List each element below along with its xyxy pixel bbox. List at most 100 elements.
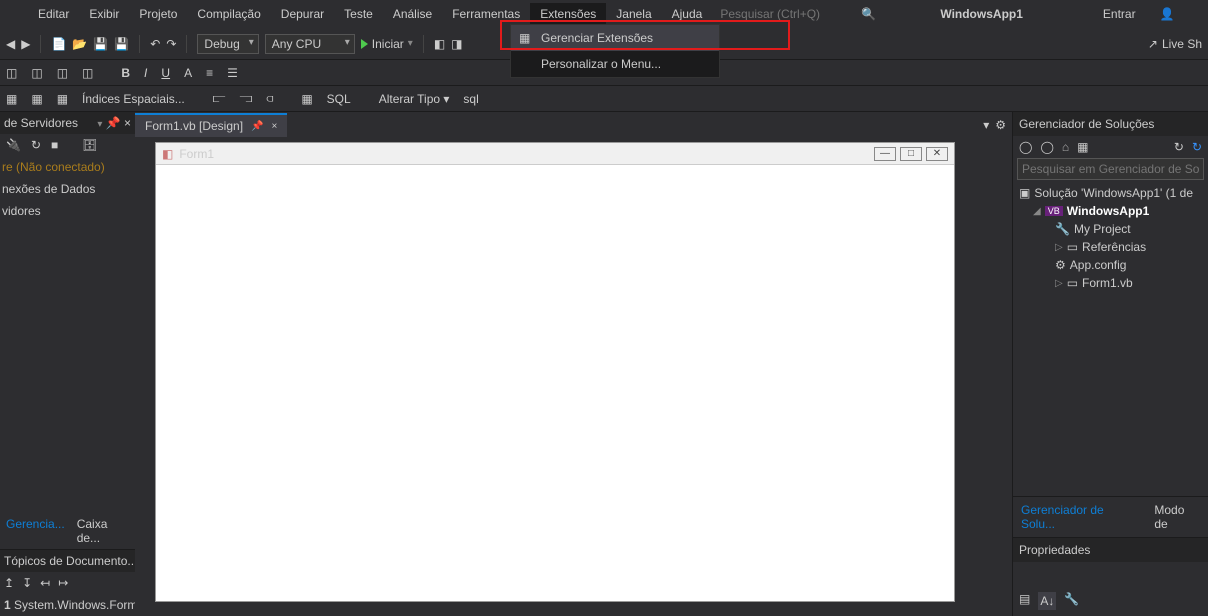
undo-icon[interactable]: ↶ — [150, 37, 160, 51]
form1-node[interactable]: ▷▭Form1.vb — [1015, 274, 1206, 292]
outline-down-icon[interactable]: ↧ — [22, 576, 32, 590]
sol-back-icon[interactable]: ◯ — [1019, 140, 1032, 154]
liveshare-button[interactable]: ↗Live Sh — [1148, 37, 1202, 51]
pin-icon[interactable]: 📌 — [106, 116, 121, 130]
toolbar-icon-b[interactable]: ◨ — [451, 37, 462, 51]
azure-node[interactable]: re (Não conectado) — [0, 156, 135, 178]
underline-icon[interactable]: U — [161, 66, 170, 80]
sol-showall-icon[interactable]: ▦ — [1077, 140, 1088, 154]
menu-edit[interactable]: Editar — [28, 3, 79, 25]
tab-mode[interactable]: Modo de — [1146, 497, 1208, 537]
table-icon-2[interactable]: ▦ — [31, 92, 42, 106]
sol-refresh-icon[interactable]: ↻ — [1192, 140, 1202, 154]
project-node[interactable]: ◢VBWindowsApp1 — [1015, 202, 1206, 220]
signin-link[interactable]: Entrar 👤 — [1083, 0, 1195, 29]
references-icon: ▭ — [1067, 240, 1078, 254]
menu-view[interactable]: Exibir — [79, 3, 129, 25]
menu-debug[interactable]: Depurar — [271, 3, 334, 25]
italic-icon[interactable]: I — [144, 66, 147, 80]
layout-icon-1[interactable]: ◫ — [6, 66, 17, 80]
stop-icon[interactable]: ■ — [51, 138, 58, 152]
left-bottom-tabs: Gerencia... Caixa de... — [0, 513, 135, 549]
config-dropdown[interactable]: Debug — [197, 34, 258, 54]
spatial-indexes-button[interactable]: Índices Espaciais... — [82, 92, 185, 106]
start-debug-button[interactable]: Iniciar ▾ — [361, 37, 413, 51]
sol-fwd-icon[interactable]: ◯ — [1040, 140, 1053, 154]
home-icon[interactable]: ⌂ — [1062, 140, 1069, 154]
sol-sync-icon[interactable]: ↻ — [1174, 140, 1184, 154]
align-icon[interactable]: ≡ — [206, 66, 213, 80]
form-max-icon: □ — [900, 147, 922, 161]
menu-tools[interactable]: Ferramentas — [442, 3, 530, 25]
properties-panel: Propriedades ▤ A↓ 🔧 — [1013, 537, 1208, 616]
list-icon[interactable]: ☰ — [227, 66, 238, 80]
tab-close-icon[interactable]: × — [272, 121, 278, 132]
server-explorer-panel: de Servidores ▾ 📌 × 🔌 ↻ ■ 🗄 re (Não cone… — [0, 112, 135, 616]
nav-fwd-icon[interactable]: ▶ — [21, 37, 30, 51]
view-sql-icon[interactable]: sql — [463, 92, 478, 106]
solution-explorer-header: Gerenciador de Soluções — [1013, 112, 1208, 136]
tabs-gear-icon[interactable]: ⚙ — [995, 118, 1006, 132]
menu-window[interactable]: Janela — [606, 3, 661, 25]
menu-build[interactable]: Compilação — [187, 3, 270, 25]
grid-icon[interactable]: ▦ — [301, 92, 312, 106]
nav-back-icon[interactable]: ◀ — [6, 37, 15, 51]
layout-icon-3[interactable]: ◫ — [57, 66, 68, 80]
solution-search-input[interactable] — [1017, 158, 1204, 180]
table-icon-3[interactable]: ▦ — [57, 92, 68, 106]
search-icon[interactable]: 🔍 — [851, 3, 886, 25]
save-all-icon[interactable]: 💾 — [114, 37, 129, 51]
share-icon: ↗ — [1148, 37, 1158, 51]
align-center-icon[interactable]: ⫎ — [240, 91, 253, 106]
tab-pin-icon[interactable]: 📌 — [251, 121, 263, 132]
servers-node[interactable]: vidores — [0, 200, 135, 222]
customize-menu-item[interactable]: Personalizar o Menu... — [511, 51, 719, 77]
alphabetical-icon[interactable]: A↓ — [1038, 592, 1056, 610]
myproject-node[interactable]: 🔧My Project — [1015, 220, 1206, 238]
layout-icon-4[interactable]: ◫ — [82, 66, 93, 80]
props-wrench-icon[interactable]: 🔧 — [1064, 592, 1079, 610]
font-icon[interactable]: A — [184, 66, 192, 80]
db-icon[interactable]: 🗄 — [82, 138, 97, 152]
data-connections-node[interactable]: nexões de Dados — [0, 178, 135, 200]
refresh-icon[interactable]: ↻ — [31, 138, 41, 152]
redo-icon[interactable]: ↷ — [166, 37, 176, 51]
form-min-icon: — — [874, 147, 896, 161]
tab-form1-design[interactable]: Form1.vb [Design] 📌 × — [135, 113, 287, 137]
platform-dropdown[interactable]: Any CPU — [265, 34, 355, 54]
tab-solution-explorer[interactable]: Gerenciador de Solu... — [1013, 497, 1146, 537]
menu-project[interactable]: Projeto — [129, 3, 187, 25]
toolbar-icon-a[interactable]: ◧ — [434, 37, 445, 51]
menu-test[interactable]: Teste — [334, 3, 383, 25]
table-icon-1[interactable]: ▦ — [6, 92, 17, 106]
properties-header: Propriedades — [1013, 538, 1208, 562]
align-right-icon[interactable]: ⫏ — [266, 91, 273, 106]
new-icon[interactable]: 📄 — [51, 37, 66, 51]
change-type-dropdown[interactable]: Alterar Tipo ▾ — [379, 92, 450, 106]
menu-extensions[interactable]: Extensões — [530, 3, 606, 25]
tabs-dropdown-icon[interactable]: ▾ — [983, 118, 989, 132]
tab-toolbox[interactable]: Caixa de... — [71, 513, 135, 549]
menu-analyze[interactable]: Análise — [383, 3, 442, 25]
outline-item[interactable]: 1 System.Windows.Form — [0, 594, 135, 616]
references-node[interactable]: ▷▭Referências — [1015, 238, 1206, 256]
align-left-icon[interactable]: ⫍ — [213, 91, 226, 106]
solution-node[interactable]: ▣Solução 'WindowsApp1' (1 de — [1015, 184, 1206, 202]
menu-help[interactable]: Ajuda — [662, 3, 713, 25]
manage-extensions-item[interactable]: ▦ Gerenciar Extensões — [511, 25, 719, 51]
sql-icon[interactable]: SQL — [327, 92, 351, 106]
form-design-surface[interactable]: ◧ Form1 — □ ✕ — [155, 142, 955, 602]
outline-right-icon[interactable]: ↦ — [58, 576, 68, 590]
tab-server-explorer[interactable]: Gerencia... — [0, 513, 71, 549]
save-icon[interactable]: 💾 — [93, 37, 108, 51]
close-icon[interactable]: × — [124, 116, 131, 130]
outline-left-icon[interactable]: ↤ — [40, 576, 50, 590]
outline-up-icon[interactable]: ↥ — [4, 576, 14, 590]
main-area: de Servidores ▾ 📌 × 🔌 ↻ ■ 🗄 re (Não cone… — [0, 112, 1208, 616]
layout-icon-2[interactable]: ◫ — [31, 66, 42, 80]
appconfig-node[interactable]: ⚙App.config — [1015, 256, 1206, 274]
categorized-icon[interactable]: ▤ — [1019, 592, 1030, 610]
open-icon[interactable]: 📂 — [72, 37, 87, 51]
bold-icon[interactable]: B — [121, 66, 130, 80]
connect-icon[interactable]: 🔌 — [6, 138, 21, 152]
